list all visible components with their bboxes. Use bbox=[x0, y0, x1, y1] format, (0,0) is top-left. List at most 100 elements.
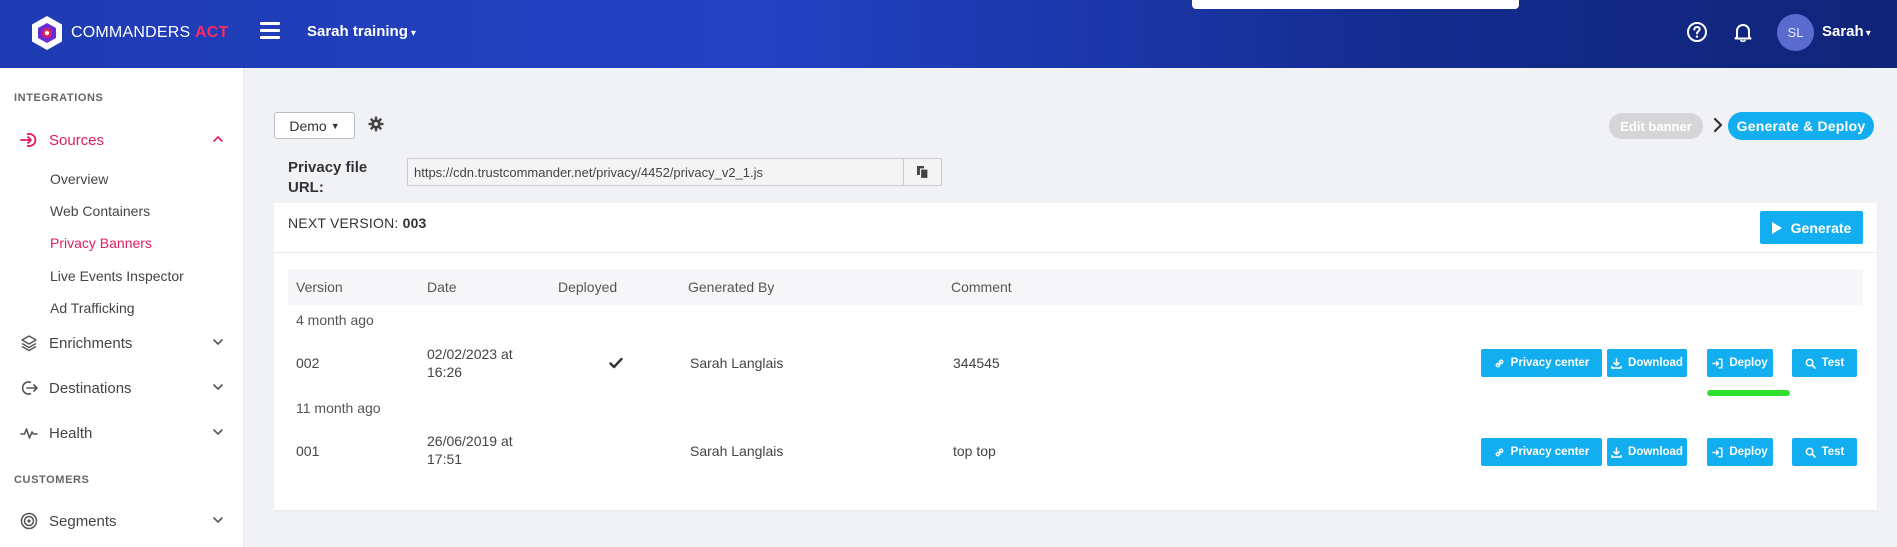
bell-icon[interactable] bbox=[1732, 21, 1754, 43]
user-menu[interactable]: Sarah ▾ bbox=[1822, 23, 1871, 40]
privacy-center-button[interactable]: Privacy center bbox=[1481, 349, 1602, 377]
test-button[interactable]: Test bbox=[1792, 349, 1857, 377]
environment-dropdown[interactable]: Demo ▼ bbox=[274, 112, 355, 139]
copy-url-button[interactable] bbox=[903, 158, 942, 186]
sidebar: INTEGRATIONS Sources Overview Web Contai… bbox=[0, 68, 244, 547]
edit-banner-button[interactable]: Edit banner bbox=[1609, 113, 1703, 139]
help-icon[interactable] bbox=[1686, 21, 1708, 43]
cell-comment: 344545 bbox=[953, 355, 1000, 371]
search-icon bbox=[1805, 358, 1816, 369]
privacy-center-label: Privacy center bbox=[1510, 446, 1590, 458]
sources-icon bbox=[20, 133, 37, 147]
chevron-down-icon[interactable] bbox=[211, 513, 225, 527]
download-label: Download bbox=[1628, 357, 1683, 369]
chevron-up-icon[interactable] bbox=[211, 132, 225, 146]
deploy-label: Deploy bbox=[1729, 446, 1768, 458]
next-version-value: 003 bbox=[402, 215, 427, 231]
section-title-integrations: INTEGRATIONS bbox=[14, 92, 104, 104]
sidebar-item-segments[interactable]: Segments bbox=[20, 510, 225, 532]
caret-down-icon: ▼ bbox=[330, 120, 340, 131]
logo-icon bbox=[32, 16, 62, 50]
privacy-center-label: Privacy center bbox=[1510, 357, 1590, 369]
layers-icon bbox=[21, 335, 37, 352]
table-header: Version Date Deployed Generated By Comme… bbox=[288, 269, 1863, 305]
download-icon bbox=[1611, 446, 1622, 458]
privacy-file-url-label: Privacy file URL: bbox=[288, 159, 368, 196]
sidebar-subitem-privacy-banners[interactable]: Privacy Banners bbox=[50, 235, 152, 251]
deploy-label: Deploy bbox=[1729, 357, 1768, 369]
environment-label: Demo bbox=[289, 117, 327, 134]
sidebar-subitem-overview[interactable]: Overview bbox=[50, 171, 108, 187]
sidebar-item-label: Segments bbox=[49, 512, 117, 530]
cell-generated-by: Sarah Langlais bbox=[690, 443, 784, 459]
generate-deploy-button[interactable]: Generate & Deploy bbox=[1728, 112, 1874, 140]
link-icon bbox=[1495, 359, 1504, 367]
brand-name: COMMANDERS ACT bbox=[71, 24, 228, 42]
sidebar-item-label: Sources bbox=[49, 131, 105, 149]
check-icon bbox=[609, 357, 623, 369]
chevron-right-icon bbox=[1713, 117, 1723, 133]
brand-main: COMMANDERS bbox=[71, 24, 191, 41]
download-button[interactable]: Download bbox=[1607, 349, 1687, 377]
column-header-version: Version bbox=[296, 279, 343, 295]
test-label: Test bbox=[1821, 446, 1845, 458]
search-icon bbox=[1805, 447, 1816, 458]
user-name: Sarah bbox=[1822, 23, 1864, 40]
chevron-down-icon: ▾ bbox=[410, 28, 416, 39]
brand-accent: ACT bbox=[195, 24, 229, 41]
pulse-icon bbox=[20, 428, 38, 439]
next-version: NEXT VERSION: 003 bbox=[288, 215, 427, 231]
deploy-button[interactable]: Deploy bbox=[1707, 349, 1773, 377]
column-header-deployed: Deployed bbox=[558, 279, 618, 295]
sign-in-icon bbox=[1712, 447, 1723, 457]
download-icon bbox=[1611, 357, 1622, 369]
test-label: Test bbox=[1821, 357, 1845, 369]
chevron-down-icon[interactable] bbox=[211, 335, 225, 349]
chevron-down-icon[interactable] bbox=[211, 380, 225, 394]
generate-label: Generate bbox=[1790, 219, 1852, 236]
sidebar-subitem-ad-trafficking[interactable]: Ad Trafficking bbox=[50, 300, 135, 316]
cell-date-line2: 17:51 bbox=[427, 451, 463, 467]
search-input[interactable] bbox=[1192, 0, 1519, 9]
sidebar-item-health[interactable]: Health bbox=[20, 422, 225, 444]
generate-button[interactable]: Generate bbox=[1760, 211, 1863, 244]
cell-date: 02/02/2023 at 16:26 bbox=[427, 345, 513, 381]
logo[interactable]: COMMANDERS ACT bbox=[30, 15, 228, 51]
avatar[interactable]: SL bbox=[1777, 14, 1814, 51]
column-header-comment: Comment bbox=[951, 279, 1012, 295]
sidebar-subitem-live-events-inspector[interactable]: Live Events Inspector bbox=[50, 268, 184, 284]
account-selector[interactable]: Sarah training ▾ bbox=[307, 23, 416, 40]
sign-in-icon bbox=[1712, 358, 1723, 368]
destinations-icon bbox=[21, 381, 38, 395]
privacy-file-url-field[interactable] bbox=[407, 158, 904, 186]
highlight-underline bbox=[1707, 390, 1790, 396]
next-version-label: NEXT VERSION: bbox=[288, 215, 399, 231]
gear-icon[interactable] bbox=[368, 116, 384, 132]
privacy-center-button[interactable]: Privacy center bbox=[1481, 438, 1602, 466]
chevron-down-icon[interactable] bbox=[211, 425, 225, 439]
top-bar: COMMANDERS ACT Sarah training ▾ SL Sarah ▾ bbox=[0, 0, 1897, 68]
chevron-down-icon: ▾ bbox=[1865, 28, 1871, 39]
deploy-button[interactable]: Deploy bbox=[1707, 438, 1773, 466]
sidebar-item-label: Health bbox=[49, 424, 93, 442]
test-button[interactable]: Test bbox=[1792, 438, 1857, 466]
divider bbox=[274, 252, 1877, 253]
cell-comment: top top bbox=[953, 443, 996, 459]
user-initials: SL bbox=[1787, 25, 1804, 40]
sidebar-item-destinations[interactable]: Destinations bbox=[20, 377, 225, 399]
sidebar-item-sources[interactable]: Sources bbox=[20, 129, 225, 151]
copy-icon bbox=[917, 166, 929, 179]
sidebar-item-label: Enrichments bbox=[49, 334, 133, 352]
section-title-customers: CUSTOMERS bbox=[14, 474, 90, 486]
sidebar-item-enrichments[interactable]: Enrichments bbox=[20, 332, 225, 354]
cell-version: 002 bbox=[296, 355, 320, 371]
column-header-date: Date bbox=[427, 279, 457, 295]
column-header-generated-by: Generated By bbox=[688, 279, 775, 295]
sidebar-subitem-web-containers[interactable]: Web Containers bbox=[50, 203, 150, 219]
menu-icon[interactable] bbox=[260, 22, 280, 42]
versions-panel: NEXT VERSION: 003 Generate Version Date … bbox=[274, 203, 1877, 510]
target-icon bbox=[20, 512, 38, 530]
group-label: 4 month ago bbox=[296, 312, 374, 328]
group-label: 11 month ago bbox=[296, 400, 381, 416]
download-button[interactable]: Download bbox=[1607, 438, 1687, 466]
